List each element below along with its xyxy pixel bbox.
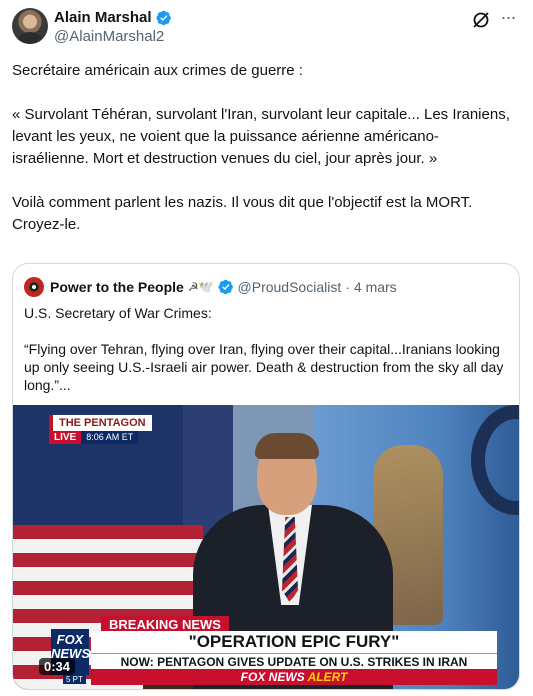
- alert-prefix: FOX NEWS: [240, 670, 305, 684]
- tweet-paragraph: Secrétaire américain aux crimes de guerr…: [12, 62, 303, 79]
- quoted-author-emoji: ☭🕊️: [187, 280, 214, 294]
- grok-icon[interactable]: [471, 10, 491, 30]
- separator-dot: ·: [345, 279, 350, 295]
- quoted-tweet-text: U.S. Secretary of War Crimes: “Flying ov…: [24, 304, 510, 412]
- chyron-headline: "OPERATION EPIC FURY": [91, 631, 497, 653]
- author-display-name[interactable]: Alain Marshal: [54, 9, 152, 26]
- video-duration: 0:34: [39, 658, 76, 675]
- location-label: THE PENTAGON LIVE 8:06 AM ET: [49, 415, 152, 444]
- verified-badge-icon: [155, 10, 171, 25]
- quoted-tweet-date[interactable]: 4 mars: [354, 279, 397, 295]
- tweet-paragraph: Voilà comment parlent les nazis. Il vous…: [12, 194, 477, 233]
- video-player[interactable]: THE PENTAGON LIVE 8:06 AM ET BREAKING NE…: [13, 405, 519, 689]
- pentagon-label: THE PENTAGON: [49, 415, 152, 431]
- author-avatar[interactable]: [12, 8, 48, 44]
- live-time: 8:06 AM ET: [81, 431, 139, 444]
- chyron-subline: NOW: PENTAGON GIVES UPDATE ON U.S. STRIK…: [91, 653, 497, 669]
- chyron-alert-bar: FOX NEWS ALERT: [91, 669, 497, 685]
- quoted-author-avatar[interactable]: [24, 277, 44, 297]
- quoted-paragraph: U.S. Secretary of War Crimes:: [24, 305, 212, 321]
- tweet-header: Alain Marshal @AlainMarshal2 ···: [12, 8, 521, 50]
- quoted-tweet[interactable]: Power to the People ☭🕊️ @ProudSocialist …: [12, 263, 520, 690]
- live-time-row: LIVE 8:06 AM ET: [49, 431, 152, 444]
- speaker-hair: [255, 433, 319, 459]
- quoted-tweet-header: Power to the People ☭🕊️ @ProudSocialist …: [24, 277, 397, 297]
- quoted-paragraph: “Flying over Tehran, flying over Iran, f…: [24, 341, 508, 393]
- author-name-row: Alain Marshal: [54, 9, 172, 26]
- verified-badge-icon: [217, 279, 233, 295]
- live-badge: LIVE: [49, 431, 82, 444]
- quoted-author-handle[interactable]: @ProudSocialist: [238, 279, 342, 295]
- tweet-paragraph: « Survolant Téhéran, survolant l'Iran, s…: [12, 106, 515, 167]
- alert-word: ALERT: [307, 670, 348, 684]
- quoted-author-display-name[interactable]: Power to the People: [50, 279, 184, 295]
- fox-logo-sub: 5 PT: [63, 675, 86, 684]
- tweet-text: Secrétaire américain aux crimes de guerr…: [12, 60, 512, 236]
- author-handle[interactable]: @AlainMarshal2: [54, 28, 164, 45]
- more-icon[interactable]: ···: [497, 8, 519, 30]
